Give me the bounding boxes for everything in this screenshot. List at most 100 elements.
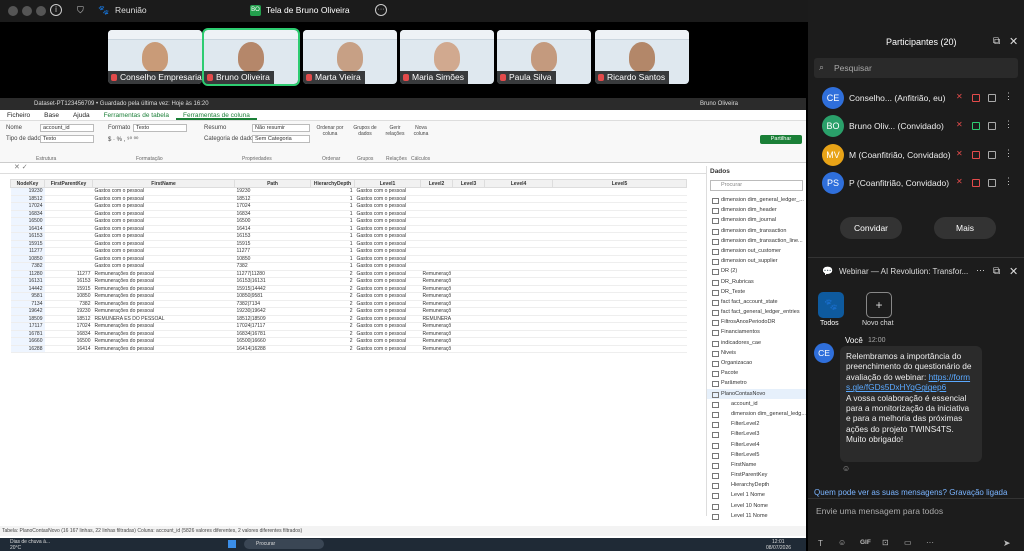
table-cell[interactable]: 2 [310,322,355,331]
table-cell[interactable]: Gastos com o pessoal [92,225,235,233]
table-cell[interactable]: Gastos com o pessoal [354,232,421,241]
participant-tile[interactable]: Paula Silva [497,30,591,84]
data-pane-item[interactable]: DR_Rubricas [707,277,806,287]
table-cell[interactable] [484,240,553,248]
participant-tile[interactable]: Ricardo Santos [595,30,689,84]
table-cell[interactable]: Gastos com o pessoal [354,300,421,308]
format-select[interactable]: Texto [133,124,187,132]
table-cell[interactable] [552,240,687,248]
table-cell[interactable]: 16153|16131 [234,277,311,286]
table-cell[interactable]: REMUNERA [420,315,453,323]
column-header[interactable]: Level1 [354,179,421,188]
table-cell[interactable] [484,195,553,203]
table-cell[interactable] [552,262,687,271]
table-cell[interactable]: Gastos com o pessoal [354,255,421,263]
table-cell[interactable] [44,225,93,233]
participant-tile[interactable]: Bruno Oliveira [202,28,300,86]
table-cell[interactable] [44,247,93,256]
table-cell[interactable]: Gastos com o pessoal [354,195,421,203]
menu-item[interactable]: Ficheiro [0,110,37,120]
table-cell[interactable] [552,247,687,256]
data-pane-item[interactable]: dimension dim_general_ledger_... [707,195,806,205]
table-cell[interactable]: 2 [310,277,355,286]
data-pane-item[interactable]: HierarchyDepth [707,480,806,490]
table-cell[interactable]: 15915 [234,240,311,248]
participant-search[interactable]: ⌕ Pesquisar [814,58,1018,78]
new-column-button[interactable]: Nova coluna [410,125,432,137]
table-cell[interactable]: Remuneraçõ [420,337,453,346]
table-cell[interactable]: 18512|18509 [234,315,311,323]
table-cell[interactable] [484,285,553,293]
table-cell[interactable] [484,202,553,211]
share-button[interactable]: Partilhar [760,135,802,144]
table-cell[interactable]: 1 [310,240,355,248]
menu-item[interactable]: Ferramentas de coluna [175,110,257,120]
table-cell[interactable]: 7382|7134 [234,300,311,308]
chat-more-icon[interactable]: ··· [976,265,985,275]
table-cell[interactable]: 16834 [234,210,311,218]
table-cell[interactable]: Remunerações do pessoal [92,270,235,278]
table-cell[interactable]: Remuneraçõ [420,285,453,293]
table-cell[interactable]: 16834 [10,210,45,218]
table-cell[interactable] [484,187,553,196]
table-cell[interactable]: Remuneraçõ [420,330,453,338]
close-window-icon[interactable] [8,6,18,16]
chat-close-icon[interactable]: ✕ [1009,265,1018,278]
popout-icon[interactable]: ⧉ [993,36,1000,47]
table-cell[interactable] [420,262,453,271]
table-cell[interactable]: Remunerações do pessoal [92,292,235,301]
table-cell[interactable] [420,247,453,256]
data-pane-item[interactable]: Parâmetro [707,378,806,388]
more-tools-icon[interactable]: ··· [926,538,934,547]
camera-icon[interactable] [988,94,996,102]
new-chat-icon[interactable]: + [866,292,892,318]
table-cell[interactable] [452,270,485,278]
table-cell[interactable]: 11277|11280 [234,270,311,278]
table-cell[interactable] [452,255,485,263]
table-cell[interactable] [452,210,485,218]
data-type-select[interactable]: Texto [40,135,94,143]
close-icon[interactable]: ✕ [1009,35,1018,48]
table-cell[interactable]: 16834|16781 [234,330,311,338]
table-cell[interactable]: 16660 [10,337,45,346]
table-cell[interactable]: 11277 [44,270,93,278]
data-pane-item[interactable]: indicadores_cae [707,338,806,348]
table-cell[interactable]: Remuneraçõ [420,292,453,301]
table-cell[interactable]: Gastos com o pessoal [354,240,421,248]
table-cell[interactable]: 17117 [10,322,45,331]
table-cell[interactable] [44,232,93,241]
reaction-icon[interactable]: ☺ [842,464,850,473]
table-cell[interactable]: Gastos com o pessoal [354,262,421,271]
table-cell[interactable]: 16414|16288 [234,345,311,353]
table-cell[interactable]: Gastos com o pessoal [354,307,421,316]
participant-more-icon[interactable]: ⋮ [1004,119,1013,129]
table-cell[interactable] [44,202,93,211]
table-cell[interactable]: Remuneraçõ [420,322,453,331]
table-cell[interactable] [452,300,485,308]
table-cell[interactable]: 17024|17117 [234,322,311,331]
table-cell[interactable]: 2 [310,307,355,316]
table-cell[interactable] [552,292,687,301]
table-cell[interactable] [420,202,453,211]
column-header[interactable]: FirstName [92,179,235,188]
data-pane-item[interactable]: dimension dim_general_ledg... [707,409,806,419]
column-header[interactable]: FirstParentKey [44,179,93,188]
participant-more-icon[interactable]: ⋮ [1004,148,1013,158]
table-cell[interactable] [484,315,553,323]
table-cell[interactable]: Remuneraçõ [420,307,453,316]
table-cell[interactable]: Gastos com o pessoal [92,240,235,248]
data-search-input[interactable]: Procurar [710,180,803,191]
table-cell[interactable]: 1 [310,210,355,218]
table-cell[interactable] [484,300,553,308]
table-cell[interactable]: 11277 [234,247,311,256]
table-cell[interactable]: Gastos com o pessoal [354,270,421,278]
muted-mic-icon[interactable]: ✕ [956,149,964,158]
table-cell[interactable] [484,262,553,271]
table-cell[interactable]: Remunerações do pessoal [92,307,235,316]
table-cell[interactable] [552,322,687,331]
table-cell[interactable]: 14442 [10,285,45,293]
table-cell[interactable]: 1 [310,187,355,196]
data-pane-item[interactable]: dimension dim_journal [707,215,806,225]
new-chat-label[interactable]: Novo chat [862,320,894,327]
table-cell[interactable]: Gastos com o pessoal [92,210,235,218]
